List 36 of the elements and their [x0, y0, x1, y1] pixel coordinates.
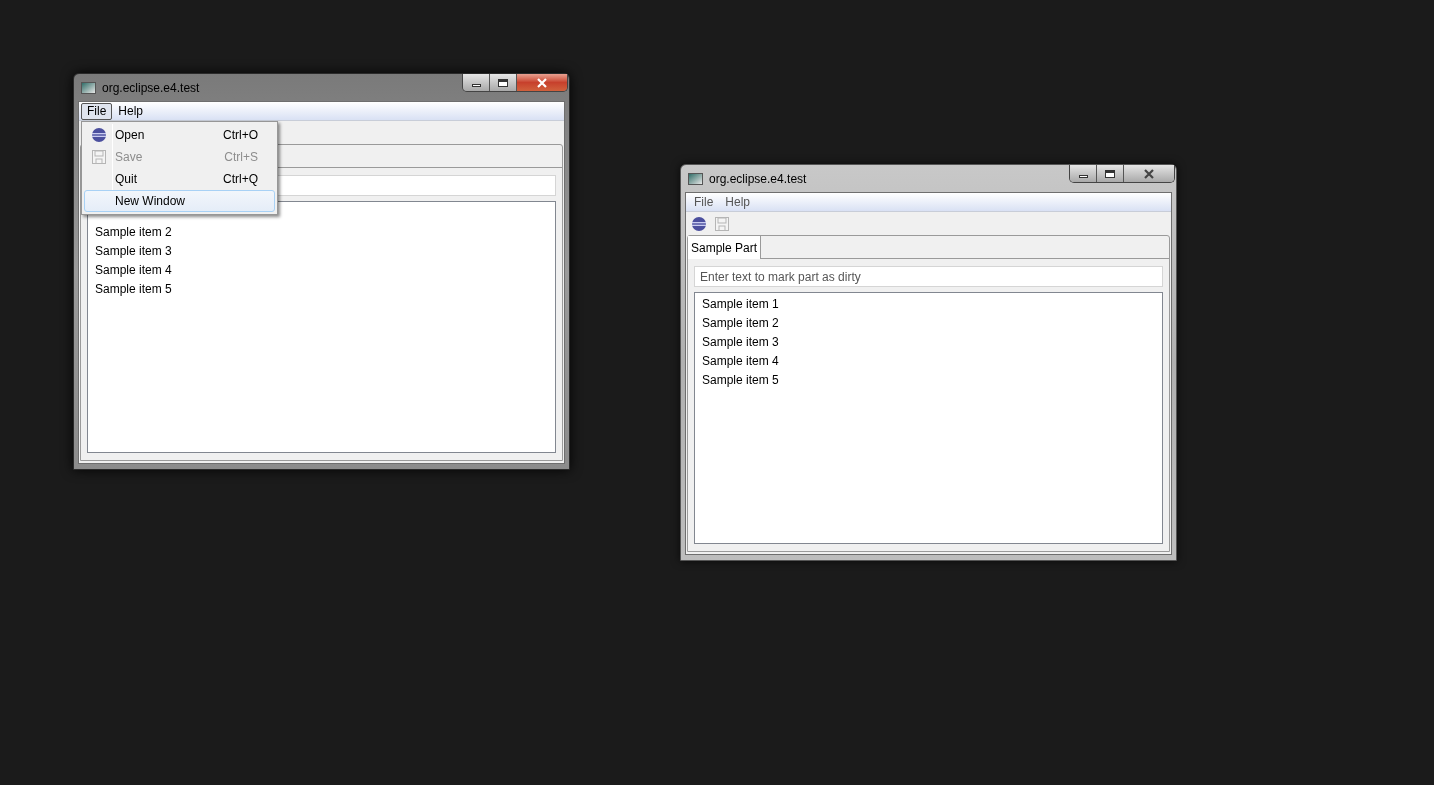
list-item[interactable]: Sample item 4 — [702, 352, 779, 371]
app-icon — [688, 172, 703, 185]
minimize-icon — [471, 83, 481, 87]
menu-item[interactable]: File — [81, 102, 113, 120]
list-item[interactable]: Sample item 5 — [95, 280, 172, 299]
minimize-icon — [1078, 174, 1088, 178]
menu-option[interactable]: Open Ctrl+O — [84, 124, 275, 146]
minimize-button[interactable] — [1070, 165, 1097, 182]
sphere-icon[interactable] — [691, 215, 707, 232]
maximize-icon — [498, 78, 508, 87]
menu-option[interactable]: New Window — [84, 190, 275, 212]
close-icon — [1143, 168, 1155, 179]
list-item[interactable]: Sample item 3 — [702, 333, 779, 352]
menu-item[interactable]: Help — [112, 102, 150, 120]
sphere-icon — [91, 127, 107, 143]
close-icon — [536, 77, 548, 88]
list-item[interactable]: Sample item 4 — [95, 261, 172, 280]
tab[interactable]: Sample Part — [688, 236, 762, 259]
menu-option[interactable]: Quit Ctrl+Q — [84, 168, 275, 190]
menu-item[interactable]: Help — [719, 193, 757, 211]
minimize-button[interactable] — [463, 74, 490, 91]
list-item[interactable]: Sample item 3 — [95, 242, 172, 261]
list-item[interactable]: Sample item 1 — [702, 295, 779, 314]
text-field[interactable]: Enter text to mark part as dirty — [694, 266, 1163, 287]
maximize-icon — [1105, 169, 1115, 178]
close-button[interactable] — [517, 74, 567, 91]
maximize-button[interactable] — [1097, 165, 1124, 182]
window-title: org.eclipse.e4.test — [709, 170, 807, 188]
close-button[interactable] — [1124, 165, 1174, 182]
menu-item[interactable]: File — [688, 193, 720, 211]
list-item[interactable]: Sample item 5 — [702, 371, 779, 390]
window-title: org.eclipse.e4.test — [102, 79, 200, 97]
app-icon — [81, 81, 96, 94]
maximize-button[interactable] — [490, 74, 517, 91]
list-item[interactable]: Sample item 2 — [702, 314, 779, 333]
list-item[interactable]: Sample item 2 — [95, 223, 172, 242]
